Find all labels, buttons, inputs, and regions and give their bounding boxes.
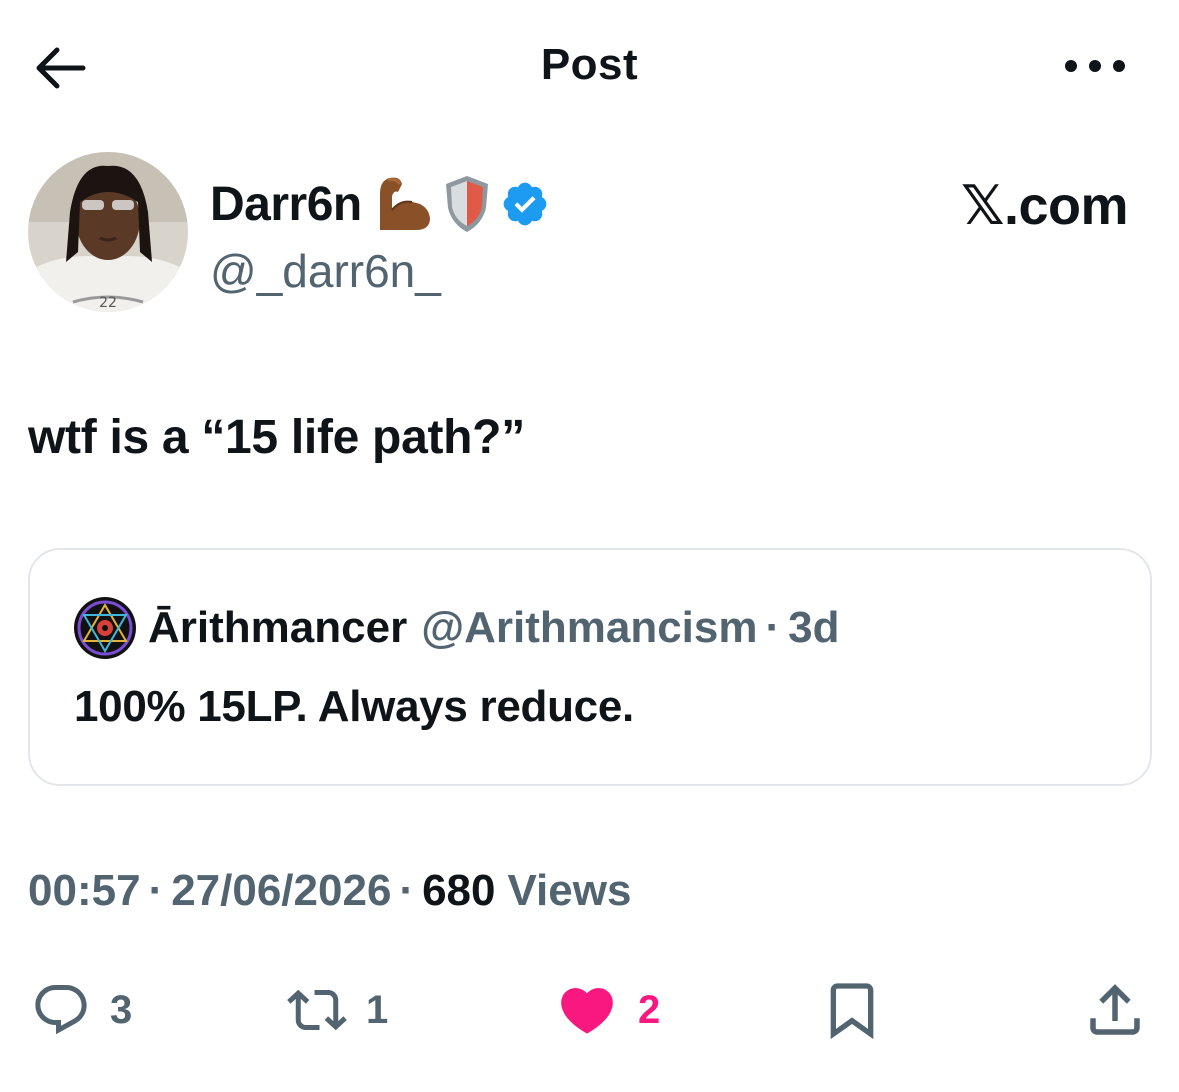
meta-separator: · [399, 866, 415, 915]
quoted-post-header: Ārithmancer @Arithmancism · 3d [74, 597, 840, 659]
bookmark-button[interactable] [820, 970, 884, 1050]
page-title: Post [540, 40, 639, 89]
action-bar: 3 1 2 [0, 970, 1179, 1050]
share-button[interactable] [1082, 970, 1148, 1050]
reply-count: 3 [110, 987, 133, 1032]
quoted-timestamp: 3d [788, 603, 840, 652]
like-button[interactable]: 2 [552, 970, 660, 1050]
post-time: 00:57 [28, 866, 141, 915]
display-name-row: Darr6n [210, 174, 550, 234]
ellipsis-icon [1065, 60, 1125, 72]
heart-filled-icon [561, 988, 613, 1034]
repost-button[interactable]: 1 [284, 970, 388, 1050]
quoted-avatar [74, 597, 136, 659]
quoted-post-card[interactable]: Ārithmancer @Arithmancism · 3d 100% 15LP… [28, 548, 1152, 786]
avatar-photo: 22 [28, 152, 188, 312]
reply-button[interactable]: 3 [28, 970, 132, 1050]
post-meta: 00:57 · 27/06/2026 · 680 Views [28, 866, 631, 916]
avatar[interactable]: 22 [28, 152, 188, 312]
bookmark-icon [830, 983, 874, 1040]
source-label: 𝕏.com [960, 176, 1129, 236]
post-text: wtf is a “15 life path?” [28, 411, 525, 464]
shield-emoji [445, 176, 488, 232]
verified-badge-icon [503, 182, 547, 226]
more-options-button[interactable] [1060, 46, 1130, 86]
reply-icon [35, 985, 87, 1035]
svg-text:22: 22 [99, 295, 117, 311]
display-name[interactable]: Darr6n [210, 177, 362, 232]
views-label: Views [507, 866, 632, 915]
author-block: 22 Darr6n @_darr6n_ 𝕏.com [28, 152, 1158, 322]
post-date: 27/06/2026 [171, 866, 392, 915]
like-count: 2 [638, 987, 661, 1032]
quoted-separator: · [765, 603, 781, 652]
flexed-biceps-emoji [379, 177, 430, 230]
repost-icon [287, 989, 347, 1031]
quoted-post-text: 100% 15LP. Always reduce. [74, 682, 634, 731]
meta-separator: · [148, 866, 164, 915]
repost-count: 1 [366, 987, 389, 1032]
views-count: 680 [422, 866, 496, 915]
top-bar: Post [0, 0, 1179, 130]
author-handle[interactable]: @_darr6n_ [210, 244, 441, 298]
quoted-handle: @Arithmancism [421, 603, 758, 652]
quoted-display-name: Ārithmancer [148, 603, 408, 652]
share-icon [1090, 984, 1140, 1035]
